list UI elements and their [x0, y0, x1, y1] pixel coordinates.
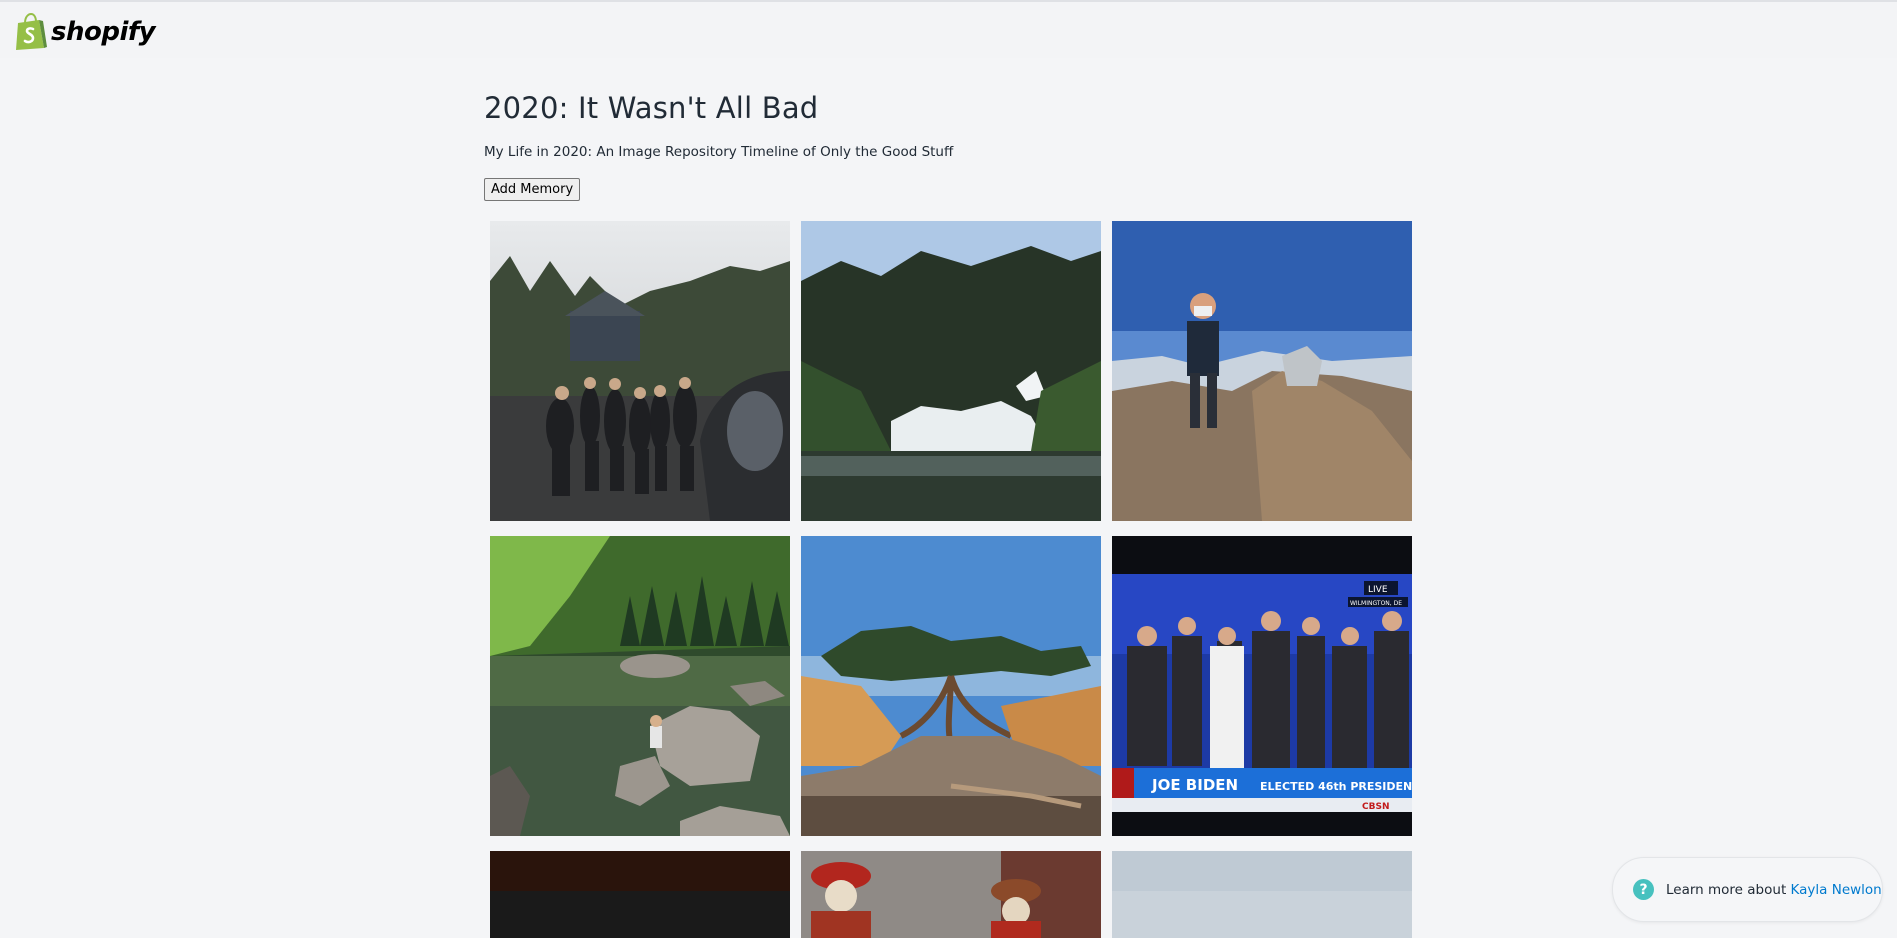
header-bar: shopify — [0, 2, 1897, 58]
memory-photo-dark-room[interactable] — [490, 851, 790, 938]
tv-location-label: WILMINGTON, DE — [1350, 600, 1402, 607]
memory-photo-alpine-lake-rocks[interactable] — [490, 536, 790, 836]
main-content: 2020: It Wasn't All Bad My Life in 2020:… — [484, 88, 1414, 201]
memory-photo-friends-group[interactable] — [490, 221, 790, 521]
photo-scarecrows — [801, 851, 1101, 938]
question-icon: ? — [1633, 879, 1654, 900]
photo-tree-of-life — [801, 536, 1101, 836]
tv-headline-suffix: ELECTED 46th PRESIDENT — [1260, 780, 1412, 793]
photo-alpine-lake-rocks — [490, 536, 790, 836]
photo-friends-group — [490, 221, 790, 521]
photo-election-tv: LIVE WILMINGTON, DE JOE BIDEN ELECTED 46… — [1112, 536, 1412, 836]
photo-hazy-sky — [1112, 851, 1412, 938]
memory-photo-summit[interactable] — [1112, 221, 1412, 521]
tv-live-label: LIVE — [1368, 585, 1388, 595]
author-link[interactable]: Kayla Newlon — [1791, 882, 1882, 898]
tv-headline: JOE BIDEN — [1151, 776, 1238, 794]
page-subtitle: My Life in 2020: An Image Repository Tim… — [484, 144, 954, 160]
photo-summit — [1112, 221, 1412, 521]
photo-dark-room — [490, 851, 790, 938]
learn-more-prefix: Learn more about — [1666, 881, 1791, 898]
memory-photo-mountain-lake[interactable] — [801, 221, 1101, 521]
memory-photo-tree-of-life[interactable] — [801, 536, 1101, 836]
tv-network-label: CBSN — [1362, 802, 1389, 812]
learn-more-text: Learn more about Kayla Newlon — [1666, 882, 1882, 898]
shopify-logo[interactable]: shopify — [14, 13, 156, 51]
brand-name: shopify — [51, 17, 156, 47]
shopify-bag-icon — [16, 13, 47, 50]
memory-photo-scarecrows[interactable] — [801, 851, 1101, 938]
page-title: 2020: It Wasn't All Bad — [484, 91, 819, 125]
photo-mountain-lake — [801, 221, 1101, 521]
learn-more-badge: ? Learn more about Kayla Newlon — [1612, 857, 1883, 922]
memory-photo-election-tv[interactable]: LIVE WILMINGTON, DE JOE BIDEN ELECTED 46… — [1112, 536, 1412, 836]
memory-photo-hazy-sky[interactable] — [1112, 851, 1412, 938]
add-memory-button[interactable]: Add Memory — [484, 178, 581, 201]
